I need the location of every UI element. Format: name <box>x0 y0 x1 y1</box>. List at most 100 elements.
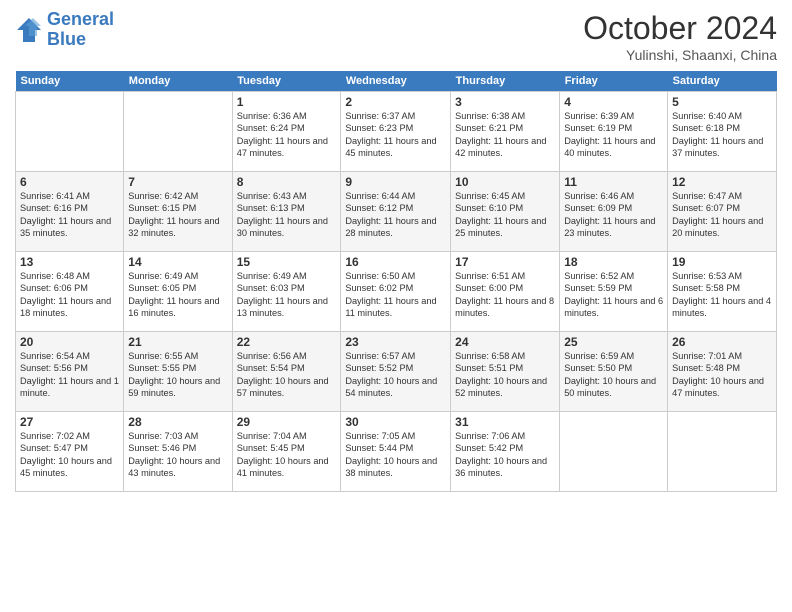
title-block: October 2024 Yulinshi, Shaanxi, China <box>583 10 777 63</box>
calendar-week-4: 20Sunrise: 6:54 AM Sunset: 5:56 PM Dayli… <box>16 332 777 412</box>
calendar-week-2: 6Sunrise: 6:41 AM Sunset: 6:16 PM Daylig… <box>16 172 777 252</box>
day-info: Sunrise: 6:42 AM Sunset: 6:15 PM Dayligh… <box>128 190 227 240</box>
day-info: Sunrise: 6:56 AM Sunset: 5:54 PM Dayligh… <box>237 350 337 400</box>
page: General Blue October 2024 Yulinshi, Shaa… <box>0 0 792 612</box>
day-number: 29 <box>237 415 337 429</box>
logo: General Blue <box>15 10 114 50</box>
day-info: Sunrise: 7:01 AM Sunset: 5:48 PM Dayligh… <box>672 350 772 400</box>
day-info: Sunrise: 6:49 AM Sunset: 6:05 PM Dayligh… <box>128 270 227 320</box>
day-number: 15 <box>237 255 337 269</box>
calendar-cell: 8Sunrise: 6:43 AM Sunset: 6:13 PM Daylig… <box>232 172 341 252</box>
day-info: Sunrise: 6:37 AM Sunset: 6:23 PM Dayligh… <box>345 110 446 160</box>
col-tuesday: Tuesday <box>232 71 341 92</box>
day-info: Sunrise: 6:52 AM Sunset: 5:59 PM Dayligh… <box>564 270 663 320</box>
day-number: 7 <box>128 175 227 189</box>
day-number: 22 <box>237 335 337 349</box>
logo-icon <box>15 16 43 44</box>
calendar-cell: 18Sunrise: 6:52 AM Sunset: 5:59 PM Dayli… <box>560 252 668 332</box>
day-number: 26 <box>672 335 772 349</box>
calendar-cell: 21Sunrise: 6:55 AM Sunset: 5:55 PM Dayli… <box>124 332 232 412</box>
day-info: Sunrise: 6:36 AM Sunset: 6:24 PM Dayligh… <box>237 110 337 160</box>
day-number: 13 <box>20 255 119 269</box>
col-thursday: Thursday <box>451 71 560 92</box>
day-info: Sunrise: 6:50 AM Sunset: 6:02 PM Dayligh… <box>345 270 446 320</box>
calendar-cell: 16Sunrise: 6:50 AM Sunset: 6:02 PM Dayli… <box>341 252 451 332</box>
calendar-cell: 27Sunrise: 7:02 AM Sunset: 5:47 PM Dayli… <box>16 412 124 492</box>
calendar-cell: 4Sunrise: 6:39 AM Sunset: 6:19 PM Daylig… <box>560 92 668 172</box>
logo-line2: Blue <box>47 29 86 49</box>
day-info: Sunrise: 6:49 AM Sunset: 6:03 PM Dayligh… <box>237 270 337 320</box>
day-info: Sunrise: 6:43 AM Sunset: 6:13 PM Dayligh… <box>237 190 337 240</box>
day-info: Sunrise: 7:05 AM Sunset: 5:44 PM Dayligh… <box>345 430 446 480</box>
col-wednesday: Wednesday <box>341 71 451 92</box>
calendar-cell: 29Sunrise: 7:04 AM Sunset: 5:45 PM Dayli… <box>232 412 341 492</box>
day-number: 3 <box>455 95 555 109</box>
day-info: Sunrise: 7:03 AM Sunset: 5:46 PM Dayligh… <box>128 430 227 480</box>
main-title: October 2024 <box>583 10 777 47</box>
day-info: Sunrise: 6:54 AM Sunset: 5:56 PM Dayligh… <box>20 350 119 400</box>
calendar-cell: 20Sunrise: 6:54 AM Sunset: 5:56 PM Dayli… <box>16 332 124 412</box>
day-info: Sunrise: 6:41 AM Sunset: 6:16 PM Dayligh… <box>20 190 119 240</box>
calendar-cell: 5Sunrise: 6:40 AM Sunset: 6:18 PM Daylig… <box>668 92 777 172</box>
day-info: Sunrise: 6:51 AM Sunset: 6:00 PM Dayligh… <box>455 270 555 320</box>
calendar-cell <box>16 92 124 172</box>
logo-text: General Blue <box>47 10 114 50</box>
calendar-cell: 28Sunrise: 7:03 AM Sunset: 5:46 PM Dayli… <box>124 412 232 492</box>
calendar-cell: 24Sunrise: 6:58 AM Sunset: 5:51 PM Dayli… <box>451 332 560 412</box>
day-number: 1 <box>237 95 337 109</box>
calendar-cell: 30Sunrise: 7:05 AM Sunset: 5:44 PM Dayli… <box>341 412 451 492</box>
header: General Blue October 2024 Yulinshi, Shaa… <box>15 10 777 63</box>
day-number: 4 <box>564 95 663 109</box>
day-number: 17 <box>455 255 555 269</box>
subtitle: Yulinshi, Shaanxi, China <box>583 47 777 63</box>
calendar-cell: 12Sunrise: 6:47 AM Sunset: 6:07 PM Dayli… <box>668 172 777 252</box>
calendar-week-1: 1Sunrise: 6:36 AM Sunset: 6:24 PM Daylig… <box>16 92 777 172</box>
day-number: 28 <box>128 415 227 429</box>
day-info: Sunrise: 6:47 AM Sunset: 6:07 PM Dayligh… <box>672 190 772 240</box>
day-info: Sunrise: 6:45 AM Sunset: 6:10 PM Dayligh… <box>455 190 555 240</box>
calendar-cell: 14Sunrise: 6:49 AM Sunset: 6:05 PM Dayli… <box>124 252 232 332</box>
day-number: 6 <box>20 175 119 189</box>
calendar-cell: 11Sunrise: 6:46 AM Sunset: 6:09 PM Dayli… <box>560 172 668 252</box>
calendar-cell: 9Sunrise: 6:44 AM Sunset: 6:12 PM Daylig… <box>341 172 451 252</box>
calendar-cell: 25Sunrise: 6:59 AM Sunset: 5:50 PM Dayli… <box>560 332 668 412</box>
calendar-cell: 17Sunrise: 6:51 AM Sunset: 6:00 PM Dayli… <box>451 252 560 332</box>
col-monday: Monday <box>124 71 232 92</box>
day-info: Sunrise: 6:59 AM Sunset: 5:50 PM Dayligh… <box>564 350 663 400</box>
calendar-cell: 3Sunrise: 6:38 AM Sunset: 6:21 PM Daylig… <box>451 92 560 172</box>
day-info: Sunrise: 6:57 AM Sunset: 5:52 PM Dayligh… <box>345 350 446 400</box>
calendar-cell <box>124 92 232 172</box>
calendar-week-5: 27Sunrise: 7:02 AM Sunset: 5:47 PM Dayli… <box>16 412 777 492</box>
day-info: Sunrise: 6:55 AM Sunset: 5:55 PM Dayligh… <box>128 350 227 400</box>
calendar-cell: 26Sunrise: 7:01 AM Sunset: 5:48 PM Dayli… <box>668 332 777 412</box>
calendar-cell: 15Sunrise: 6:49 AM Sunset: 6:03 PM Dayli… <box>232 252 341 332</box>
calendar-cell: 10Sunrise: 6:45 AM Sunset: 6:10 PM Dayli… <box>451 172 560 252</box>
day-number: 11 <box>564 175 663 189</box>
col-saturday: Saturday <box>668 71 777 92</box>
day-info: Sunrise: 7:04 AM Sunset: 5:45 PM Dayligh… <box>237 430 337 480</box>
day-number: 12 <box>672 175 772 189</box>
day-number: 19 <box>672 255 772 269</box>
day-number: 20 <box>20 335 119 349</box>
calendar-cell: 2Sunrise: 6:37 AM Sunset: 6:23 PM Daylig… <box>341 92 451 172</box>
calendar-cell: 19Sunrise: 6:53 AM Sunset: 5:58 PM Dayli… <box>668 252 777 332</box>
day-number: 18 <box>564 255 663 269</box>
day-number: 31 <box>455 415 555 429</box>
col-sunday: Sunday <box>16 71 124 92</box>
day-number: 25 <box>564 335 663 349</box>
day-info: Sunrise: 6:46 AM Sunset: 6:09 PM Dayligh… <box>564 190 663 240</box>
day-number: 14 <box>128 255 227 269</box>
day-info: Sunrise: 7:06 AM Sunset: 5:42 PM Dayligh… <box>455 430 555 480</box>
calendar-cell <box>560 412 668 492</box>
calendar-cell: 1Sunrise: 6:36 AM Sunset: 6:24 PM Daylig… <box>232 92 341 172</box>
calendar-week-3: 13Sunrise: 6:48 AM Sunset: 6:06 PM Dayli… <box>16 252 777 332</box>
day-info: Sunrise: 6:40 AM Sunset: 6:18 PM Dayligh… <box>672 110 772 160</box>
day-number: 2 <box>345 95 446 109</box>
day-number: 16 <box>345 255 446 269</box>
calendar-cell: 7Sunrise: 6:42 AM Sunset: 6:15 PM Daylig… <box>124 172 232 252</box>
day-number: 5 <box>672 95 772 109</box>
calendar-cell: 13Sunrise: 6:48 AM Sunset: 6:06 PM Dayli… <box>16 252 124 332</box>
day-info: Sunrise: 6:48 AM Sunset: 6:06 PM Dayligh… <box>20 270 119 320</box>
day-info: Sunrise: 6:53 AM Sunset: 5:58 PM Dayligh… <box>672 270 772 320</box>
day-number: 10 <box>455 175 555 189</box>
